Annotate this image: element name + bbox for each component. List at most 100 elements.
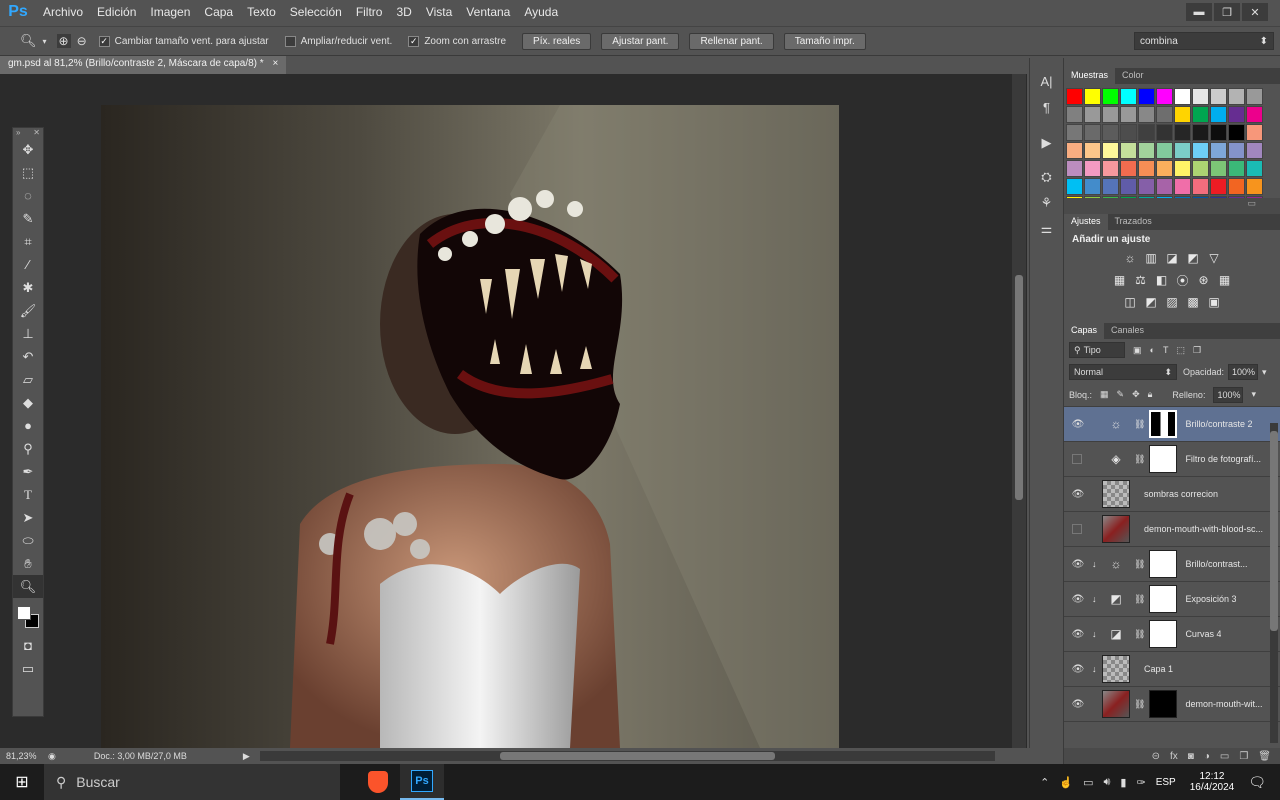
layer-mask-thumbnail[interactable]	[1149, 620, 1178, 648]
tab-color[interactable]: Color	[1115, 68, 1151, 84]
link-layers-icon[interactable]: ⊝	[1152, 751, 1160, 762]
color-swatch[interactable]	[1156, 178, 1173, 195]
menu-imagen[interactable]: Imagen	[143, 0, 197, 24]
adjustment-row2-4-icon[interactable]: ⊛	[1194, 271, 1214, 289]
properties-panel-icon[interactable]: ⚌	[1030, 216, 1063, 242]
color-swatch[interactable]	[1192, 88, 1209, 105]
color-swatch[interactable]	[1120, 196, 1137, 198]
color-swatch[interactable]	[1246, 106, 1263, 123]
color-swatch[interactable]	[1228, 88, 1245, 105]
layer-row[interactable]: 👁︎ ↓ ◪ ⛓ Curvas 4	[1064, 617, 1280, 652]
taskbar-clock[interactable]: 12:12 16/4/2024	[1190, 771, 1235, 793]
minimize-button[interactable]: ▬	[1186, 3, 1212, 21]
resize-window-option[interactable]: ✓ Cambiar tamaño vent. para ajustar	[98, 35, 269, 47]
quick-mask-icon[interactable]: ◘	[13, 634, 43, 657]
mask-link-icon[interactable]: ⛓	[1134, 419, 1145, 430]
mask-link-icon[interactable]: ⛓	[1134, 594, 1145, 605]
delete-layer-icon[interactable]: 🗑	[1258, 751, 1271, 762]
ellipse-tool-icon[interactable]: ⬭	[13, 529, 43, 552]
color-swatch[interactable]	[1138, 106, 1155, 123]
fill-arrow-icon[interactable]: ▾	[1251, 389, 1256, 400]
color-swatch[interactable]	[1084, 124, 1101, 141]
scrubby-zoom-option[interactable]: ✓ Zoom con arrastre	[408, 35, 506, 47]
move-tool-icon[interactable]: ✥	[13, 138, 43, 161]
menu-ventana[interactable]: Ventana	[459, 0, 517, 24]
color-swatch[interactable]	[1228, 160, 1245, 177]
adjustment-row3-2-icon[interactable]: ▨	[1162, 293, 1182, 311]
brush-tool-icon[interactable]: 🖌︎	[13, 299, 43, 322]
tab-channels[interactable]: Canales	[1104, 323, 1151, 339]
adjustment-row3-4-icon[interactable]: ▣	[1204, 293, 1224, 311]
lock-pixels-icon[interactable]: ✎	[1117, 389, 1125, 400]
layer-row[interactable]: 👁︎ ↓ ☼ ⛓ Brillo/contrast...	[1064, 547, 1280, 582]
adjustment-row2-2-icon[interactable]: ◧	[1152, 271, 1172, 289]
document-canvas[interactable]	[0, 74, 1012, 748]
document-tab[interactable]: gm.psd al 81,2% (Brillo/contraste 2, Más…	[0, 56, 287, 74]
menu-edición[interactable]: Edición	[90, 0, 143, 24]
color-swatch[interactable]	[1210, 142, 1227, 159]
layer-mask-thumbnail[interactable]	[1149, 690, 1178, 718]
color-swatch[interactable]	[1174, 88, 1191, 105]
color-swatch[interactable]	[1174, 142, 1191, 159]
color-swatch[interactable]	[1084, 196, 1101, 198]
color-swatch[interactable]	[1084, 160, 1101, 177]
tab-paths[interactable]: Trazados	[1108, 214, 1159, 230]
visibility-eye-icon[interactable]: 👁︎	[1064, 699, 1092, 710]
opacity-arrow-icon[interactable]: ▾	[1262, 367, 1267, 378]
adjustment-row1-2-icon[interactable]: ◪	[1162, 249, 1182, 267]
color-swatch[interactable]	[1156, 106, 1173, 123]
filter-shape-icon[interactable]: ⬚	[1176, 345, 1185, 356]
adjustment-row3-3-icon[interactable]: ▩	[1183, 293, 1203, 311]
mask-link-icon[interactable]: ⛓	[1134, 454, 1145, 465]
adjustment-row2-0-icon[interactable]: ▦	[1110, 271, 1130, 289]
volume-icon[interactable]: 🔊︎	[1103, 776, 1110, 789]
color-swatch[interactable]	[1102, 178, 1119, 195]
color-swatch[interactable]	[1156, 88, 1173, 105]
adjustment-row1-4-icon[interactable]: ▽	[1204, 249, 1224, 267]
type-tool-icon[interactable]: T	[13, 483, 43, 506]
crop-tool-icon[interactable]: ⌗	[13, 230, 43, 253]
color-swatch[interactable]	[1246, 88, 1263, 105]
color-swatch[interactable]	[1138, 196, 1155, 198]
visibility-eye-icon[interactable]: 👁︎	[1064, 594, 1092, 605]
color-swatch[interactable]	[1066, 160, 1083, 177]
tab-swatches[interactable]: Muestras	[1064, 68, 1116, 84]
touchpad-icon[interactable]: ☝	[1059, 776, 1073, 789]
color-swatch[interactable]	[1084, 88, 1101, 105]
color-swatch[interactable]	[1192, 106, 1209, 123]
color-swatch[interactable]	[1120, 88, 1137, 105]
actions-panel-icon[interactable]: ▶	[1030, 130, 1063, 156]
menu-ayuda[interactable]: Ayuda	[517, 0, 565, 24]
layer-mask-thumbnail[interactable]	[1149, 550, 1178, 578]
visibility-eye-icon[interactable]: 👁︎	[1064, 559, 1092, 570]
color-swatch[interactable]	[1210, 196, 1227, 198]
color-swatch[interactable]	[1156, 160, 1173, 177]
paragraph-panel-icon[interactable]: ¶	[1030, 94, 1063, 120]
visibility-eye-icon[interactable]: 👁︎	[1064, 489, 1092, 500]
layer-row[interactable]: 👁︎ ↓ ◩ ⛓ Exposición 3	[1064, 582, 1280, 617]
scrubby-zoom-checkbox[interactable]: ✓	[408, 35, 420, 47]
color-swatch[interactable]	[1246, 160, 1263, 177]
color-swatch[interactable]	[1174, 178, 1191, 195]
fx-icon[interactable]: fx	[1170, 751, 1178, 762]
filter-pixel-icon[interactable]: ▣	[1133, 345, 1142, 356]
layer-filter-select[interactable]: ⚲ Tipo	[1069, 342, 1125, 358]
resize-window-checkbox[interactable]: ✓	[98, 35, 110, 47]
color-swatch[interactable]	[1228, 178, 1245, 195]
color-swatch[interactable]	[1066, 124, 1083, 141]
fill-screen-button[interactable]: Rellenar pant.	[689, 32, 774, 50]
layer-row[interactable]: ◈ ⛓ Filtro de fotografí...	[1064, 442, 1280, 477]
zoom-tool-active-icon[interactable]: 🔍︎	[13, 575, 43, 598]
layers-scroll-thumb[interactable]	[1270, 431, 1278, 631]
menu-archivo[interactable]: Archivo	[36, 0, 90, 24]
paint-bucket-tool-icon[interactable]: ◆	[13, 391, 43, 414]
path-selection-tool-icon[interactable]: ➤	[13, 506, 43, 529]
fill-input[interactable]: 100%	[1213, 386, 1244, 403]
zoom-tool-icon[interactable]: 🔍︎	[20, 33, 37, 49]
actual-pixels-button[interactable]: Píx. reales	[522, 32, 592, 50]
color-swatch[interactable]	[1192, 196, 1209, 198]
pen-tool-icon[interactable]: ✒	[13, 460, 43, 483]
visibility-eye-icon[interactable]: 👁︎	[1064, 419, 1092, 430]
network-icon[interactable]: ▭	[1083, 776, 1093, 789]
adjustment-row2-3-icon[interactable]: ⦿	[1173, 271, 1193, 289]
